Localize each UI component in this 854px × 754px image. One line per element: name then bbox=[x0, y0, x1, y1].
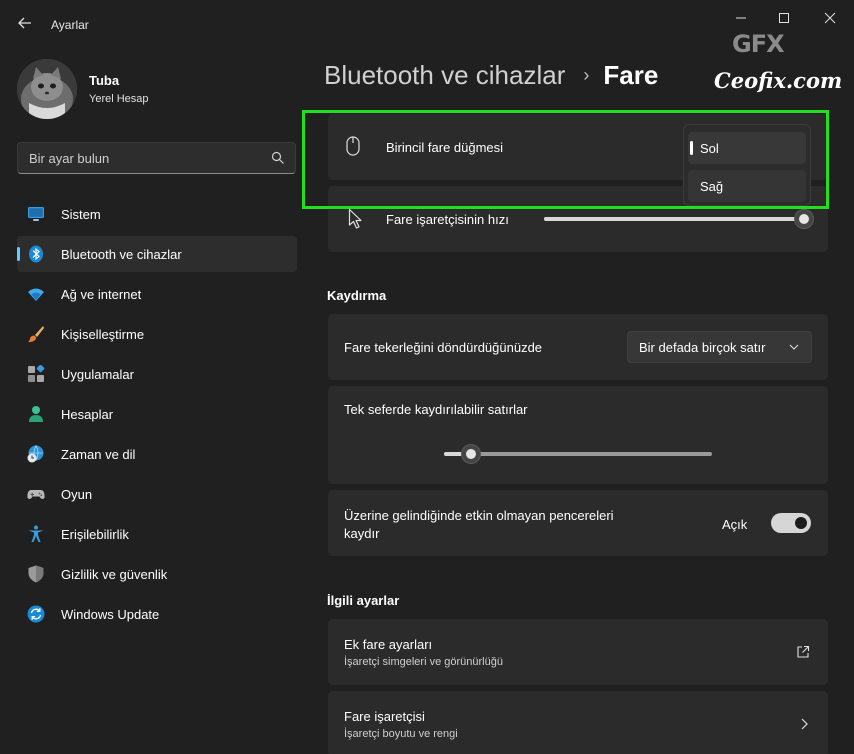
sidebar-nav: Sistem Bluetooth ve cihazlar Ağ ve inter… bbox=[17, 196, 297, 636]
inactive-scroll-toggle[interactable] bbox=[771, 513, 811, 533]
gamepad-icon bbox=[27, 490, 45, 499]
breadcrumb-parent[interactable]: Bluetooth ve cihazlar bbox=[324, 60, 565, 90]
apps-icon bbox=[28, 365, 45, 382]
sidebar-item-network[interactable]: Ağ ve internet bbox=[17, 276, 297, 312]
watermark-logo: GFX bbox=[732, 30, 785, 58]
minimize-button[interactable] bbox=[718, 6, 764, 30]
external-link-icon bbox=[797, 645, 810, 658]
pointer-icon bbox=[348, 208, 362, 229]
sidebar-item-windows-update[interactable]: Windows Update bbox=[17, 596, 297, 632]
breadcrumb: Bluetooth ve cihazlar › Fare bbox=[324, 60, 658, 91]
scroll-lines-thumb[interactable] bbox=[460, 444, 481, 464]
search-placeholder: Bir ayar bulun bbox=[29, 151, 110, 166]
wheel-scroll-dropdown[interactable]: Bir defada birçok satır bbox=[627, 331, 812, 363]
related-item-subtitle: İşaretçi boyutu ve rengi bbox=[344, 728, 458, 740]
maximize-icon bbox=[779, 13, 789, 23]
sidebar-item-accessibility[interactable]: Erişilebilirlik bbox=[17, 516, 297, 552]
profile-account-type: Yerel Hesap bbox=[89, 93, 149, 105]
related-item-title: Ek fare ayarları bbox=[344, 637, 433, 652]
extra-mouse-settings-link[interactable]: Ek fare ayarları İşaretçi simgeleri ve g… bbox=[328, 619, 828, 685]
sidebar-item-apps[interactable]: Uygulamalar bbox=[17, 356, 297, 392]
search-icon bbox=[271, 151, 284, 164]
sidebar-item-privacy[interactable]: Gizlilik ve güvenlik bbox=[17, 556, 297, 592]
primary-button-dropdown: Sol Sağ bbox=[683, 124, 811, 206]
bluetooth-icon bbox=[29, 245, 43, 263]
sidebar-item-accounts[interactable]: Hesaplar bbox=[17, 396, 297, 432]
dropdown-option-right[interactable]: Sağ bbox=[688, 170, 806, 202]
toggle-knob bbox=[795, 517, 807, 529]
related-item-title: Fare işaretçisi bbox=[344, 709, 425, 724]
related-item-subtitle: İşaretçi simgeleri ve görünürlüğü bbox=[344, 656, 503, 668]
sidebar-item-personalization[interactable]: Kişiselleştirme bbox=[17, 316, 297, 352]
person-icon bbox=[29, 406, 43, 422]
scroll-lines-slider[interactable] bbox=[444, 452, 712, 456]
watermark: GFX Ceofix.com bbox=[708, 30, 842, 100]
shield-icon bbox=[28, 565, 44, 583]
chevron-right-icon: › bbox=[583, 65, 590, 85]
pointer-speed-thumb[interactable] bbox=[793, 209, 814, 229]
minimize-icon bbox=[736, 17, 746, 19]
mouse-pointer-link[interactable]: Fare işaretçisi İşaretçi boyutu ve rengi bbox=[328, 691, 828, 754]
globe-clock-icon bbox=[27, 445, 44, 463]
back-arrow-icon bbox=[18, 17, 31, 29]
slider-fill bbox=[544, 217, 804, 221]
inactive-scroll-label-line1: Üzerine gelindiğinde etkin olmayan pence… bbox=[344, 508, 614, 523]
avatar bbox=[17, 59, 77, 119]
sidebar-item-sistem[interactable]: Sistem bbox=[17, 196, 297, 232]
back-button[interactable] bbox=[12, 10, 38, 36]
page-title: Fare bbox=[603, 60, 659, 90]
inactive-scroll-card: Üzerine gelindiğinde etkin olmayan pence… bbox=[328, 490, 828, 556]
toggle-state-label: Açık bbox=[722, 517, 748, 532]
update-icon bbox=[27, 605, 45, 623]
search-input[interactable]: Bir ayar bulun bbox=[17, 142, 296, 174]
sidebar-item-gaming[interactable]: Oyun bbox=[17, 476, 297, 512]
close-button[interactable] bbox=[807, 6, 853, 30]
scroll-lines-card: Tek seferde kaydırılabilir satırlar bbox=[328, 386, 828, 484]
wifi-icon bbox=[28, 288, 44, 301]
chevron-right-icon bbox=[801, 718, 808, 730]
chevron-down-icon bbox=[789, 344, 799, 350]
watermark-text: Ceofix.com bbox=[714, 68, 843, 93]
paintbrush-icon bbox=[28, 326, 44, 343]
monitor-icon bbox=[28, 207, 44, 221]
scrolling-section-title: Kaydırma bbox=[327, 288, 387, 303]
wheel-label: Fare tekerleğini döndürdüğünüzde bbox=[344, 340, 543, 355]
inactive-scroll-label-line2: kaydır bbox=[344, 526, 380, 541]
mouse-icon bbox=[346, 136, 360, 156]
scroll-lines-label: Tek seferde kaydırılabilir satırlar bbox=[344, 402, 528, 417]
maximize-button[interactable] bbox=[761, 6, 807, 30]
sidebar-item-time-language[interactable]: Zaman ve dil bbox=[17, 436, 297, 472]
wheel-scroll-value: Bir defada birçok satır bbox=[639, 340, 766, 355]
related-section-title: İlgili ayarlar bbox=[327, 593, 400, 608]
primary-button-label: Birincil fare düğmesi bbox=[386, 140, 504, 155]
sidebar-item-bluetooth[interactable]: Bluetooth ve cihazlar bbox=[17, 236, 297, 272]
accessibility-icon bbox=[28, 525, 44, 542]
dropdown-option-left[interactable]: Sol bbox=[688, 132, 806, 164]
pointer-speed-label: Fare işaretçisinin hızı bbox=[386, 212, 509, 227]
close-icon bbox=[824, 12, 836, 24]
profile-name: Tuba bbox=[89, 73, 120, 88]
pointer-speed-slider[interactable] bbox=[544, 217, 812, 221]
app-title: Ayarlar bbox=[51, 18, 89, 32]
